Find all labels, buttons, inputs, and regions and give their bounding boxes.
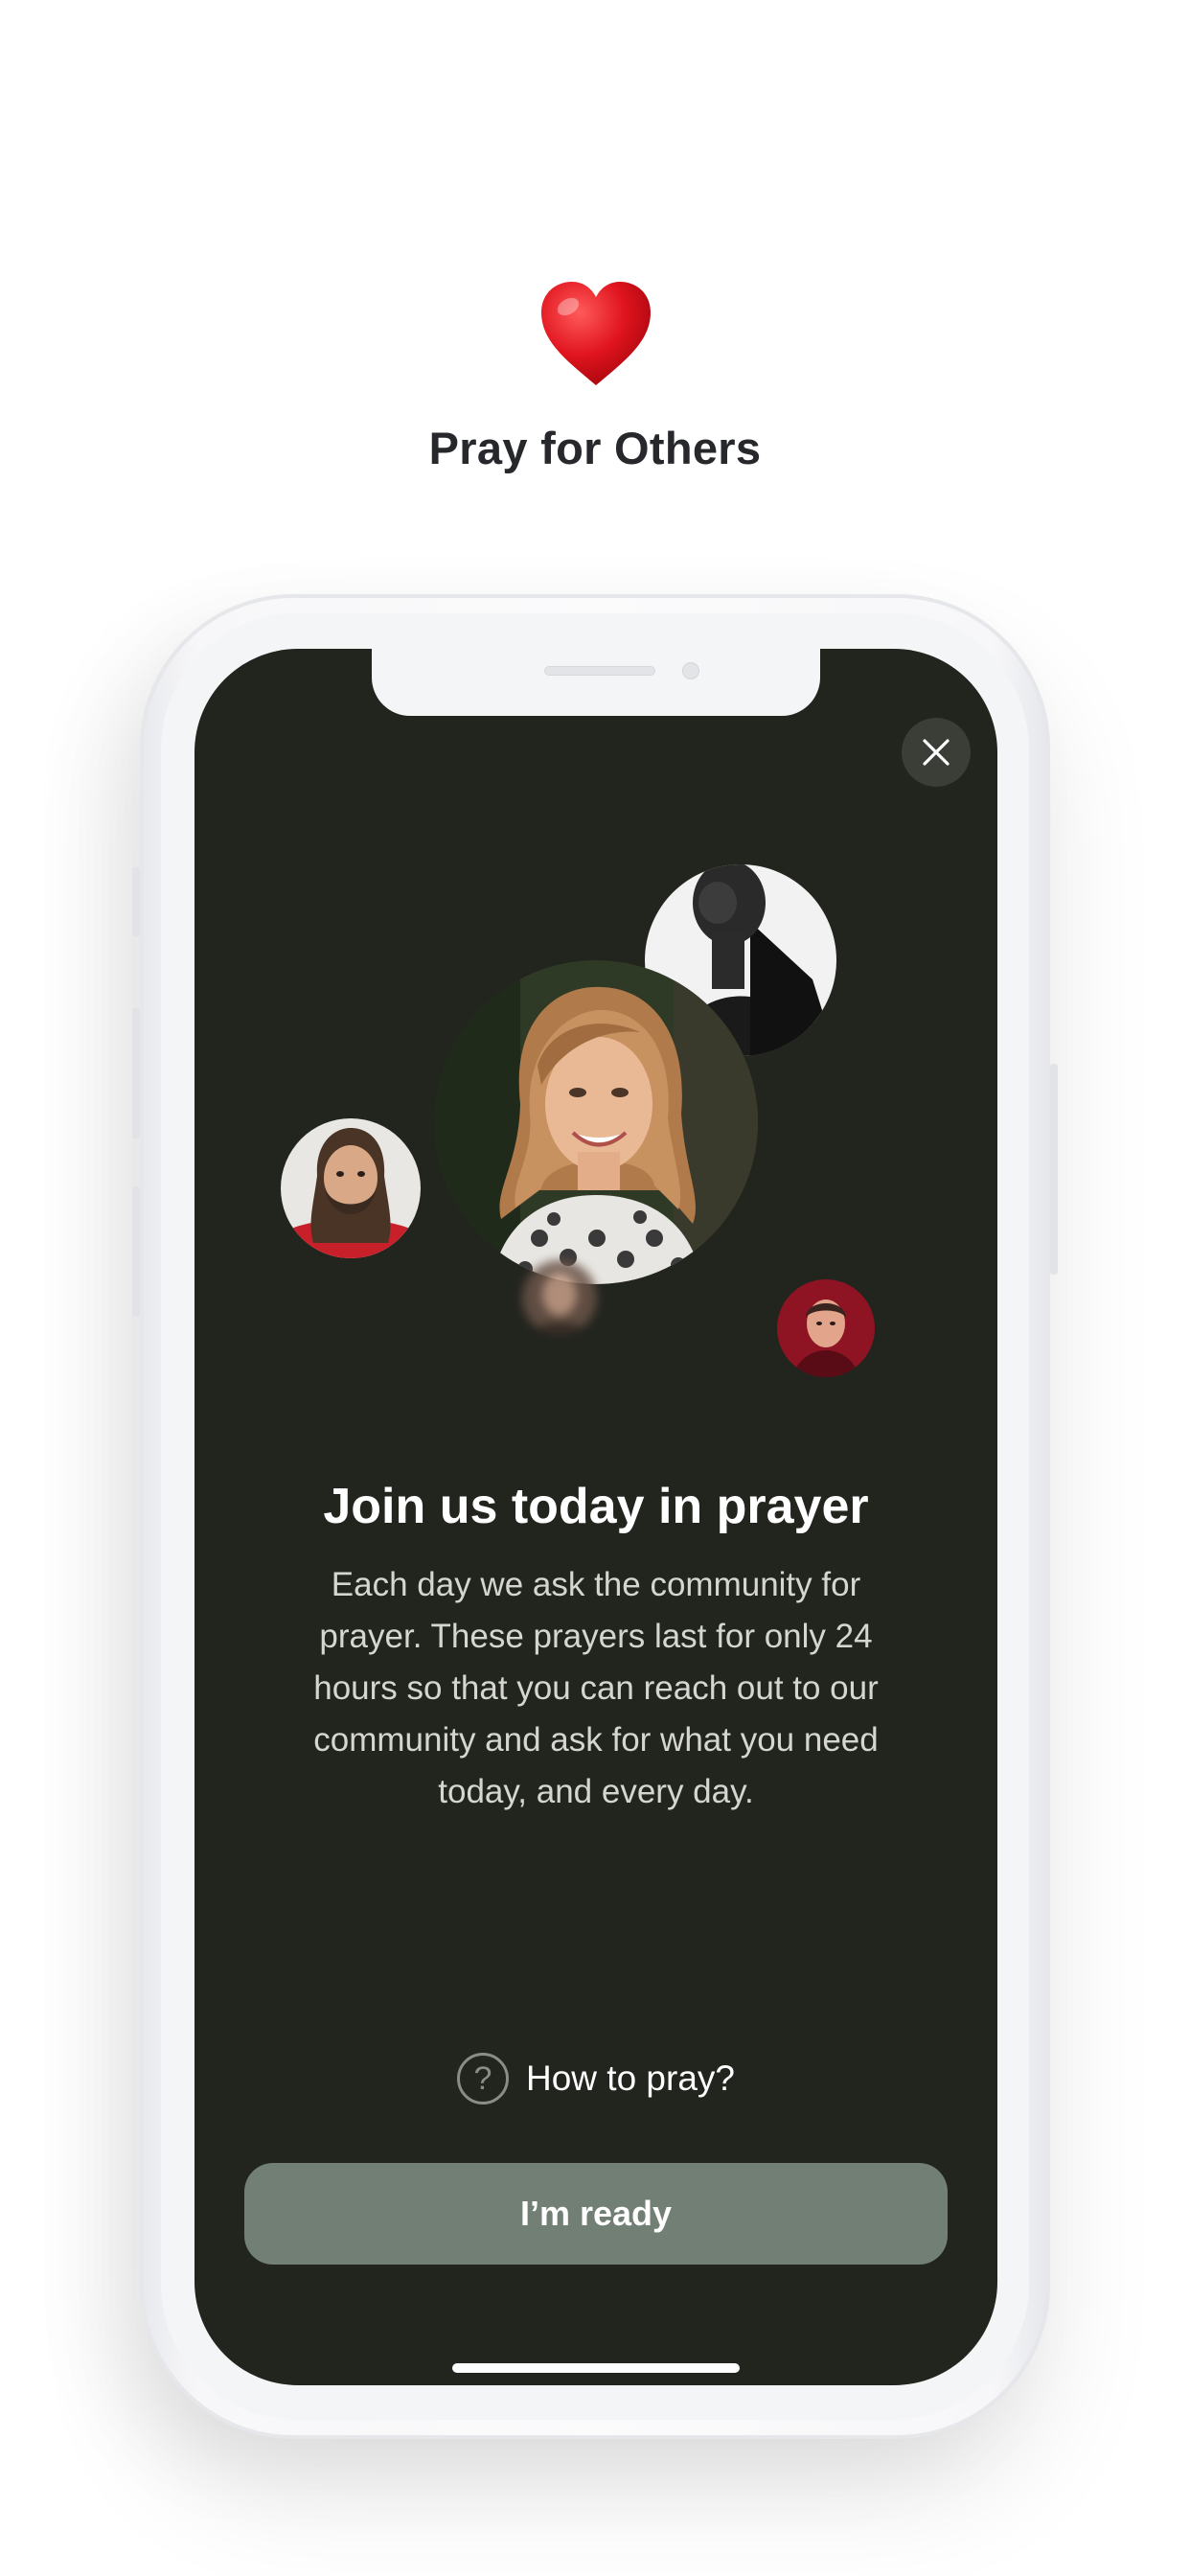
avatar [522,1260,597,1335]
portrait-blurred-image [522,1260,597,1335]
device-volume-down-button [132,1186,140,1317]
avatar [777,1279,875,1377]
screen-description: Each day we ask the community for prayer… [313,1566,879,1810]
device-silent-switch [132,867,140,936]
home-indicator[interactable] [452,2363,740,2373]
how-to-pray-link[interactable]: ? How to pray? [195,2053,997,2104]
app-store-screenshot: Pray for Others Join us today in prayer … [0,0,1190,2576]
heart-icon [541,282,651,385]
earpiece-speaker [544,666,655,676]
portrait-man-red-image [777,1279,875,1377]
close-icon [923,739,950,766]
device-power-button [1050,1064,1058,1275]
avatar [434,960,758,1284]
page-headline: Pray for Others [428,423,762,473]
close-button[interactable] [902,718,971,787]
im-ready-button[interactable]: I’m ready [244,2163,948,2265]
avatar [281,1118,421,1258]
app-screen: Join us today in prayer Each day we ask … [195,649,997,2385]
how-to-pray-label: How to pray? [526,2058,735,2098]
question-circle-icon: ? [457,2053,509,2104]
device-volume-up-button [132,1008,140,1138]
device-notch [372,649,820,716]
front-camera [682,662,699,679]
portrait-woman-image [434,960,758,1284]
screen-title: Join us today in prayer [323,1479,869,1534]
portrait-man-beard-image [281,1118,421,1258]
